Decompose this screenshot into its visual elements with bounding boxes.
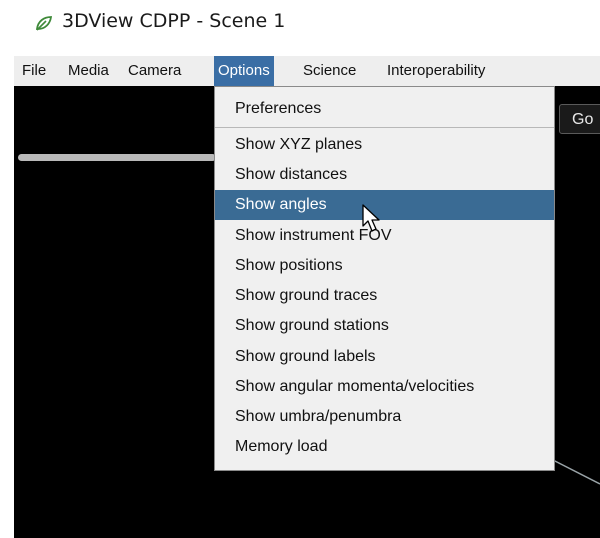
options-dropdown-menu: Preferences Show XYZ planes Show distanc… xyxy=(214,86,555,471)
menu-science[interactable]: Science xyxy=(299,56,360,86)
menu-camera[interactable]: Camera xyxy=(124,56,185,86)
window-title: 3DView CDPP - Scene 1 xyxy=(62,10,286,32)
menu-item-show-xyz-planes[interactable]: Show XYZ planes xyxy=(215,130,554,160)
menu-interoperability[interactable]: Interoperability xyxy=(383,56,489,86)
menu-item-show-angular-momenta[interactable]: Show angular momenta/velocities xyxy=(215,372,554,402)
menu-options[interactable]: Options xyxy=(214,56,274,86)
mouse-cursor-icon xyxy=(362,204,380,232)
menu-item-memory-load[interactable]: Memory load xyxy=(215,432,554,462)
title-bar: 3DView CDPP - Scene 1 xyxy=(0,0,600,52)
menu-item-show-positions[interactable]: Show positions xyxy=(215,251,554,281)
menu-item-show-instrument-fov[interactable]: Show instrument FOV xyxy=(215,221,554,251)
menu-media[interactable]: Media xyxy=(64,56,113,86)
menu-item-show-ground-traces[interactable]: Show ground traces xyxy=(215,281,554,311)
leaf-app-icon xyxy=(35,16,53,31)
menu-separator xyxy=(215,127,554,128)
menu-item-show-ground-stations[interactable]: Show ground stations xyxy=(215,311,554,341)
menu-item-show-umbra-penumbra[interactable]: Show umbra/penumbra xyxy=(215,402,554,432)
menu-item-show-angles[interactable]: Show angles xyxy=(215,190,554,220)
menu-item-show-ground-labels[interactable]: Show ground labels xyxy=(215,342,554,372)
menu-bar: File Media Camera Options Science Intero… xyxy=(14,56,600,86)
menu-item-preferences[interactable]: Preferences xyxy=(215,94,554,124)
menu-file[interactable]: File xyxy=(18,56,50,86)
menu-item-show-distances[interactable]: Show distances xyxy=(215,160,554,190)
